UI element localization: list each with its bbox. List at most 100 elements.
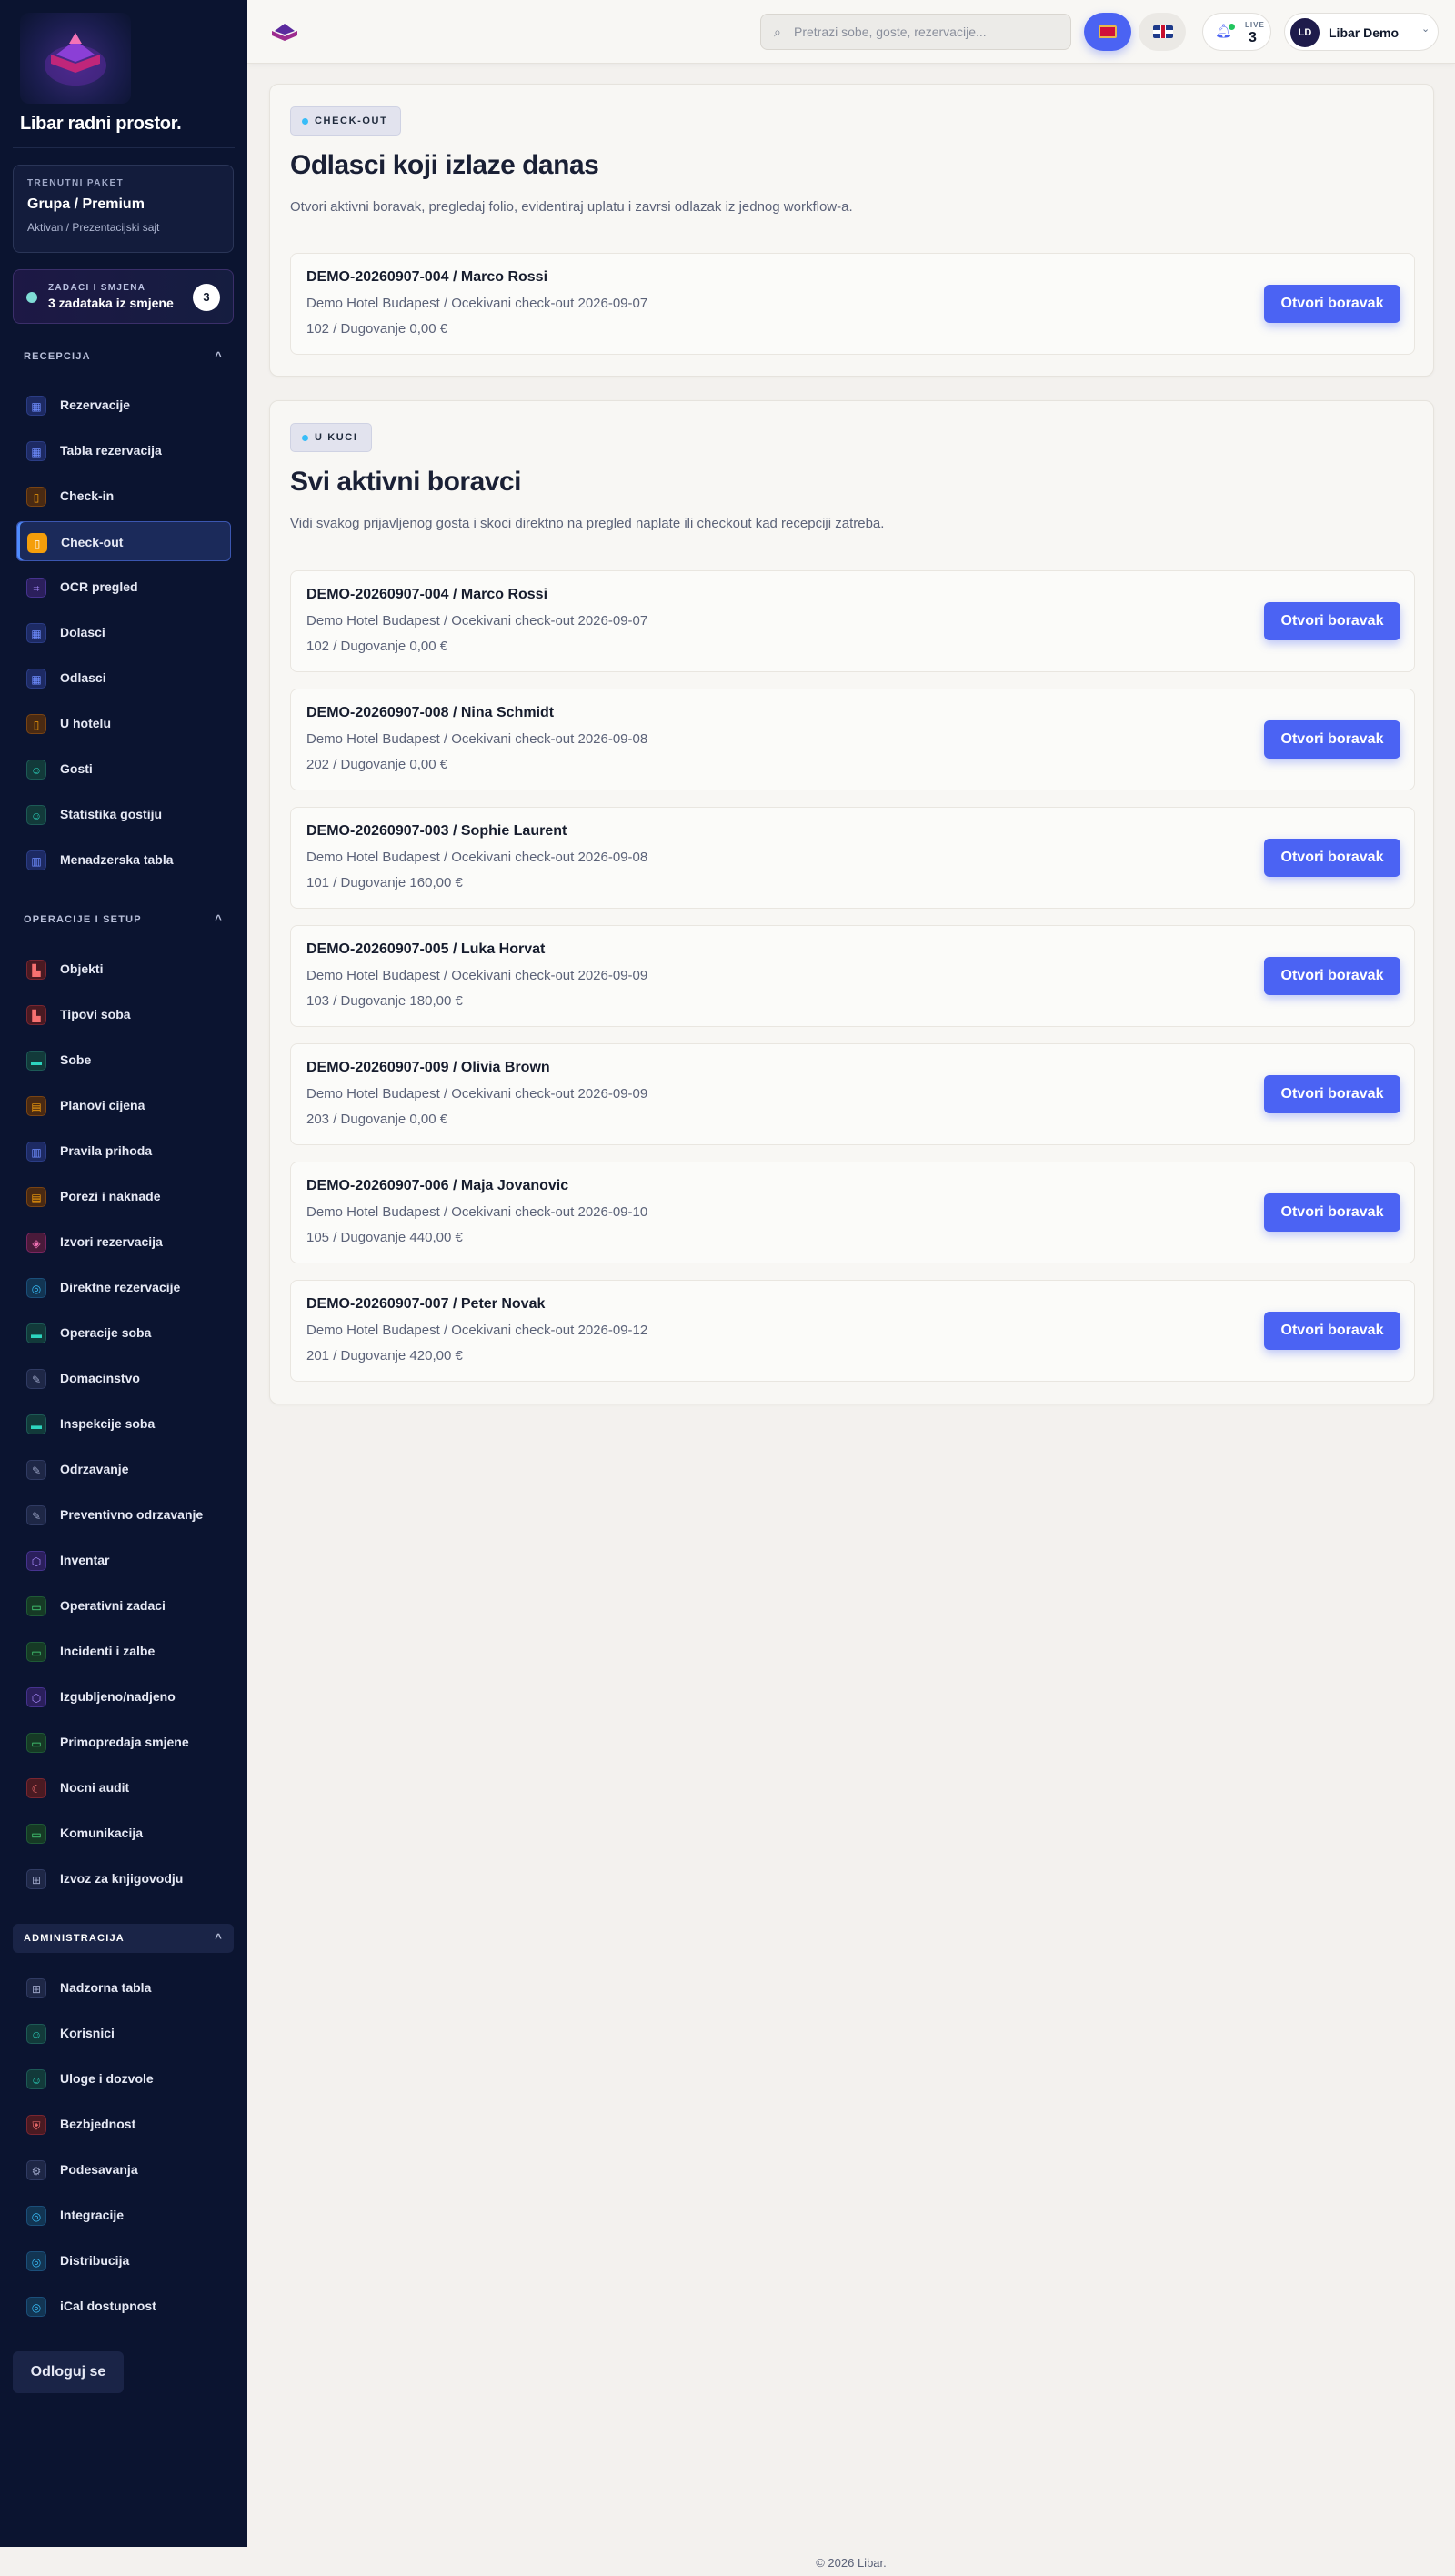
stay-hotel-checkout: Demo Hotel Budapest / Ocekivani check-ou… (306, 850, 648, 865)
active-stays-panel: U KUCI Svi aktivni boravci Vidi svakog p… (269, 400, 1434, 1404)
language-montenegrin-button[interactable] (1084, 13, 1131, 51)
sidebar-item-integracije[interactable]: ◎ Integracije (16, 2195, 231, 2235)
building-icon: ▙ (26, 1005, 46, 1025)
brand-logo[interactable] (20, 13, 131, 104)
sidebar-item-statistika-gostiju[interactable]: ☺ Statistika gostiju (16, 794, 231, 834)
sidebar-item-sobe[interactable]: ▬ Sobe (16, 1040, 231, 1080)
stay-title: DEMO-20260907-004 / Marco Rossi (306, 269, 548, 285)
sidebar-item-distribucija[interactable]: ◎ Distribucija (16, 2240, 231, 2280)
montenegro-flag-icon (1099, 25, 1117, 38)
sidebar-item-izvori-rezervacija[interactable]: ◈ Izvori rezervacija (16, 1222, 231, 1262)
scan-icon: ⌗ (26, 578, 46, 598)
sidebar-item-label: Odrzavanje (60, 1462, 129, 1476)
sidebar-item-direktne-rezervacije[interactable]: ◎ Direktne rezervacije (16, 1267, 231, 1307)
active-stays-title: Svi aktivni boravci (290, 467, 521, 497)
stay-title: DEMO-20260907-007 / Peter Novak (306, 1296, 546, 1312)
sidebar-item-uloge-i-dozvole[interactable]: ☺ Uloge i dozvole (16, 2058, 231, 2098)
section-administration-toggle[interactable]: ADMINISTRACIJA ^ (13, 1924, 234, 1953)
sidebar-item-korisnici[interactable]: ☺ Korisnici (16, 2013, 231, 2053)
sidebar-item-operativni-zadaci[interactable]: ▭ Operativni zadaci (16, 1585, 231, 1625)
sidebar-item-label: Nadzorna tabla (60, 1980, 152, 1995)
sidebar-item-podesavanja[interactable]: ⚙ Podesavanja (16, 2149, 231, 2189)
logout-button[interactable]: Odloguj se (13, 2351, 124, 2393)
shift-tasks-card[interactable]: ZADACI I SMJENA 3 zadataka iz smjene 3 (13, 269, 234, 324)
caret-up-icon: ^ (215, 349, 223, 363)
section-reception-toggle[interactable]: RECEPCIJA ^ (13, 342, 234, 371)
sidebar-item-porezi-i-naknade[interactable]: ▤ Porezi i naknade (16, 1176, 231, 1216)
sidebar-item-incidenti-i-zalbe[interactable]: ▭ Incidenti i zalbe (16, 1631, 231, 1671)
sidebar-item-ical-dostupnost[interactable]: ◎ iCal dostupnost (16, 2286, 231, 2326)
sidebar-item-nocni-audit[interactable]: ☾ Nocni audit (16, 1767, 231, 1807)
tasks-label: ZADACI I SMJENA (48, 283, 146, 293)
sidebar-item-u-hotelu[interactable]: ▯ U hotelu (16, 703, 231, 743)
sidebar-item-label: Inventar (60, 1553, 110, 1567)
sidebar-item-ocr-pregled[interactable]: ⌗ OCR pregled (16, 567, 231, 607)
stay-room-balance: 203 / Dugovanje 0,00 € (306, 1112, 448, 1127)
live-notifications-button[interactable]: 🔔︎ LIVE 3 (1202, 13, 1271, 51)
sidebar-item-bezbjednost[interactable]: ⛨ Bezbjednost (16, 2104, 231, 2144)
language-english-button[interactable] (1139, 13, 1186, 51)
open-stay-button[interactable]: Otvori boravak (1264, 720, 1400, 759)
sidebar-item-label: Planovi cijena (60, 1098, 146, 1112)
open-stay-button[interactable]: Otvori boravak (1264, 1312, 1400, 1350)
sidebar-item-label: Incidenti i zalbe (60, 1644, 156, 1658)
sidebar-item-label: Statistika gostiju (60, 807, 163, 821)
sidebar-item-preventivno-odrzavanje[interactable]: ✎ Preventivno odrzavanje (16, 1494, 231, 1535)
sidebar-item-check-in[interactable]: ▯ Check-in (16, 476, 231, 516)
footer-copyright: © 2026 Libar. (816, 2556, 887, 2570)
sidebar-item-label: Nocni audit (60, 1780, 130, 1795)
box-icon: ⬡ (26, 1687, 46, 1707)
document-icon: ▤ (26, 1187, 46, 1207)
sidebar-item-gosti[interactable]: ☺ Gosti (16, 749, 231, 789)
sidebar-item-label: Uloge i dozvole (60, 2071, 154, 2086)
sidebar-item-izgubljeno-nadjeno[interactable]: ⬡ Izgubljeno/nadjeno (16, 1676, 231, 1716)
stay-room-balance: 101 / Dugovanje 160,00 € (306, 875, 463, 891)
sidebar-item-label: Direktne rezervacije (60, 1280, 181, 1294)
sidebar-item-domacinstvo[interactable]: ✎ Domacinstvo (16, 1358, 231, 1398)
open-stay-button[interactable]: Otvori boravak (1264, 1075, 1400, 1113)
sidebar-item-nadzorna-tabla[interactable]: ⊞ Nadzorna tabla (16, 1967, 231, 2007)
sidebar-item-operacije-soba[interactable]: ▬ Operacije soba (16, 1313, 231, 1353)
sidebar-item-primopredaja-smjene[interactable]: ▭ Primopredaja smjene (16, 1722, 231, 1762)
sidebar-item-tipovi-soba[interactable]: ▙ Tipovi soba (16, 994, 231, 1034)
open-stay-button[interactable]: Otvori boravak (1264, 1193, 1400, 1232)
sidebar-item-label: Operacije soba (60, 1325, 152, 1340)
stay-title: DEMO-20260907-009 / Olivia Brown (306, 1060, 550, 1075)
open-stay-button[interactable]: Otvori boravak (1264, 839, 1400, 877)
avatar: LD (1290, 18, 1320, 47)
sidebar-item-pravila-prihoda[interactable]: ▥ Pravila prihoda (16, 1131, 231, 1171)
open-stay-button[interactable]: Otvori boravak (1264, 602, 1400, 640)
user-icon: ☺ (26, 2069, 46, 2089)
section-operations-toggle[interactable]: OPERACIJE I SETUP ^ (13, 905, 234, 934)
search-input[interactable] (794, 15, 1067, 49)
open-stay-button[interactable]: Otvori boravak (1264, 285, 1400, 323)
sidebar-item-planovi-cijena[interactable]: ▤ Planovi cijena (16, 1085, 231, 1125)
sidebar-item-dolasci[interactable]: ▦ Dolasci (16, 612, 231, 652)
user-menu-button[interactable]: LD Libar Demo ⌄ (1284, 13, 1439, 51)
sidebar-item-check-out[interactable]: ▯ Check-out (16, 521, 231, 561)
sidebar-item-label: Tipovi soba (60, 1007, 131, 1021)
chat-icon: ▭ (26, 1824, 46, 1844)
stay-hotel-checkout: Demo Hotel Budapest / Ocekivani check-ou… (306, 613, 648, 629)
sidebar-item-komunikacija[interactable]: ▭ Komunikacija (16, 1813, 231, 1853)
sidebar-item-label: Odlasci (60, 670, 106, 685)
sidebar-item-label: Menadzerska tabla (60, 852, 174, 867)
open-stay-button[interactable]: Otvori boravak (1264, 957, 1400, 995)
global-search[interactable]: ⌕ (760, 14, 1071, 50)
sidebar-item-odrzavanje[interactable]: ✎ Odrzavanje (16, 1449, 231, 1489)
live-status-dot (1229, 24, 1235, 30)
sidebar-item-izvoz-za-knjigovodju[interactable]: ⊞ Izvoz za knjigovodju (16, 1858, 231, 1898)
sidebar-item-inspekcije-soba[interactable]: ▬ Inspekcije soba (16, 1404, 231, 1444)
sidebar-item-label: OCR pregled (60, 579, 138, 594)
sidebar-item-tabla-rezervacija[interactable]: ▦ Tabla rezervacija (16, 430, 231, 470)
moon-icon: ☾ (26, 1778, 46, 1798)
sidebar-item-objekti[interactable]: ▙ Objekti (16, 949, 231, 989)
header-logo[interactable] (269, 20, 300, 45)
chat-icon: ▭ (26, 1596, 46, 1616)
sidebar-item-odlasci[interactable]: ▦ Odlasci (16, 658, 231, 698)
bar-chart-icon: ▥ (26, 850, 46, 870)
gear-icon: ⚙ (26, 2160, 46, 2180)
sidebar-item-inventar[interactable]: ⬡ Inventar (16, 1540, 231, 1580)
sidebar-item-rezervacije[interactable]: ▦ Rezervacije (16, 385, 231, 425)
sidebar-item-menadzerska-tabla[interactable]: ▥ Menadzerska tabla (16, 840, 231, 880)
